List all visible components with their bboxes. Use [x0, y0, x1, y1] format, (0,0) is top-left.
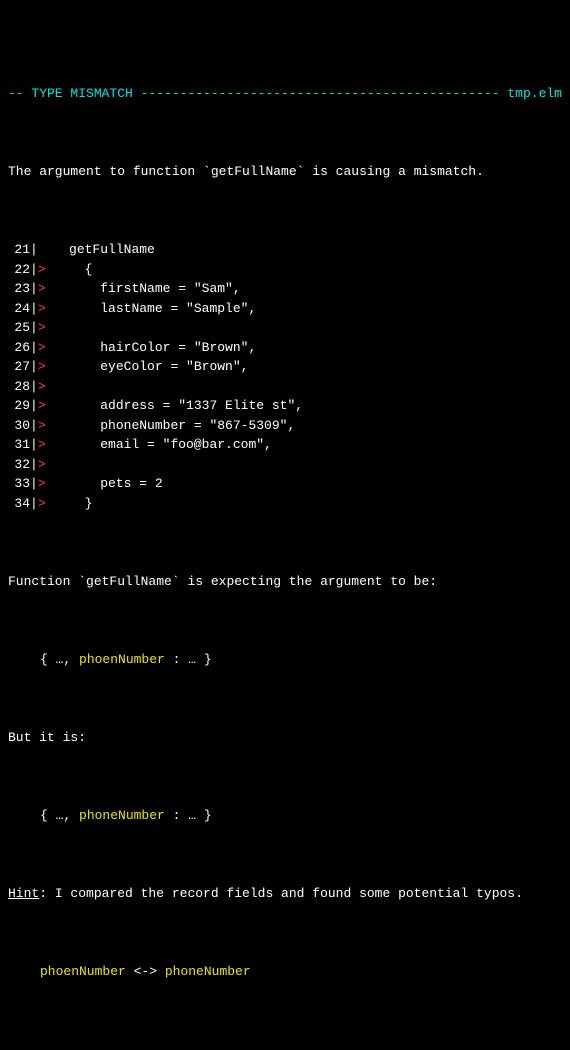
line-number: 29	[8, 396, 30, 416]
blank-line	[8, 201, 562, 221]
code-text: pets = 2	[46, 474, 163, 494]
gutter-bar: |	[30, 240, 38, 260]
error-marker: >	[38, 299, 46, 319]
error-intro: The argument to function `getFullName` i…	[8, 162, 562, 182]
code-line: 24|> lastName = "Sample",	[8, 299, 562, 319]
line-number: 31	[8, 435, 30, 455]
line-number: 26	[8, 338, 30, 358]
code-text: firstName = "Sam",	[46, 279, 241, 299]
header-prefix: --	[8, 84, 31, 104]
error-marker: >	[38, 416, 46, 436]
hint-label: Hint	[8, 886, 39, 901]
line-number: 22	[8, 260, 30, 280]
error-marker: >	[38, 260, 46, 280]
code-text: email = "foo@bar.com",	[46, 435, 272, 455]
header-dashes: ----------------------------------------…	[148, 84, 499, 104]
code-line: 28|>	[8, 377, 562, 397]
line-number: 25	[8, 318, 30, 338]
code-text: }	[46, 494, 93, 514]
blank-line	[8, 923, 562, 943]
code-line: 26|> hairColor = "Brown",	[8, 338, 562, 358]
blank-line	[8, 767, 562, 787]
code-line: 27|> eyeColor = "Brown",	[8, 357, 562, 377]
actual-record: { …, phoneNumber : … }	[8, 806, 562, 826]
line-number: 32	[8, 455, 30, 475]
code-text: getFullName	[46, 240, 155, 260]
code-text: eyeColor = "Brown",	[46, 357, 249, 377]
actual-field: phoneNumber	[79, 808, 165, 823]
gutter-bar: |	[30, 377, 38, 397]
code-line: 34|> }	[8, 494, 562, 514]
line-number: 33	[8, 474, 30, 494]
error-marker: >	[38, 455, 46, 475]
gutter-bar: |	[30, 494, 38, 514]
typo-arrow: <->	[126, 964, 165, 979]
expected-field: phoenNumber	[79, 652, 165, 667]
expect-line: Function `getFullName` is expecting the …	[8, 572, 562, 592]
code-text: lastName = "Sample",	[46, 299, 257, 319]
hint-line: Hint: I compared the record fields and f…	[8, 884, 562, 904]
code-line: 21| getFullName	[8, 240, 562, 260]
error-marker: >	[38, 435, 46, 455]
code-line: 30|> phoneNumber = "867-5309",	[8, 416, 562, 436]
gutter-bar: |	[30, 416, 38, 436]
typo-suggestion: phoenNumber <-> phoneNumber	[8, 962, 562, 982]
line-number: 30	[8, 416, 30, 436]
line-number: 24	[8, 299, 30, 319]
header-filename: tmp.elm	[500, 84, 562, 104]
gutter-bar: |	[30, 338, 38, 358]
gutter-bar: |	[30, 396, 38, 416]
error-marker: >	[38, 279, 46, 299]
code-line: 23|> firstName = "Sam",	[8, 279, 562, 299]
gutter-bar: |	[30, 455, 38, 475]
line-number: 21	[8, 240, 30, 260]
error-marker: >	[38, 357, 46, 377]
code-line: 31|> email = "foo@bar.com",	[8, 435, 562, 455]
error-marker: >	[38, 494, 46, 514]
line-number: 23	[8, 279, 30, 299]
typo-b: phoneNumber	[165, 964, 251, 979]
code-line: 33|> pets = 2	[8, 474, 562, 494]
gutter-bar: |	[30, 357, 38, 377]
blank-line	[8, 845, 562, 865]
error-title: TYPE MISMATCH	[31, 84, 132, 104]
code-text: phoneNumber = "867-5309",	[46, 416, 296, 436]
header-sep: -	[133, 84, 149, 104]
code-line: 32|>	[8, 455, 562, 475]
gutter-bar: |	[30, 435, 38, 455]
blank-line	[8, 611, 562, 631]
gutter-bar: |	[30, 299, 38, 319]
code-line: 25|>	[8, 318, 562, 338]
code-line: 29|> address = "1337 Elite st",	[8, 396, 562, 416]
code-block: 21| getFullName22|> {23|> firstName = "S…	[8, 240, 562, 513]
typo-a: phoenNumber	[40, 964, 126, 979]
code-line: 22|> {	[8, 260, 562, 280]
gutter-bar: |	[30, 318, 38, 338]
error-marker: >	[38, 474, 46, 494]
gutter-bar: |	[30, 474, 38, 494]
code-text: address = "1337 Elite st",	[46, 396, 303, 416]
code-text: {	[46, 260, 93, 280]
expected-record: { …, phoenNumber : … }	[8, 650, 562, 670]
blank-line	[8, 689, 562, 709]
error-marker: >	[38, 377, 46, 397]
line-number: 34	[8, 494, 30, 514]
gutter-bar: |	[30, 279, 38, 299]
error-marker: >	[38, 396, 46, 416]
blank-line	[8, 533, 562, 553]
but-it-is: But it is:	[8, 728, 562, 748]
error-header: -- TYPE MISMATCH -----------------------…	[8, 84, 562, 104]
line-number: 27	[8, 357, 30, 377]
code-text: hairColor = "Brown",	[46, 338, 257, 358]
error-marker: >	[38, 318, 46, 338]
error-marker: >	[38, 338, 46, 358]
gutter-bar: |	[30, 260, 38, 280]
blank-line	[8, 123, 562, 143]
error-marker	[38, 240, 46, 260]
line-number: 28	[8, 377, 30, 397]
